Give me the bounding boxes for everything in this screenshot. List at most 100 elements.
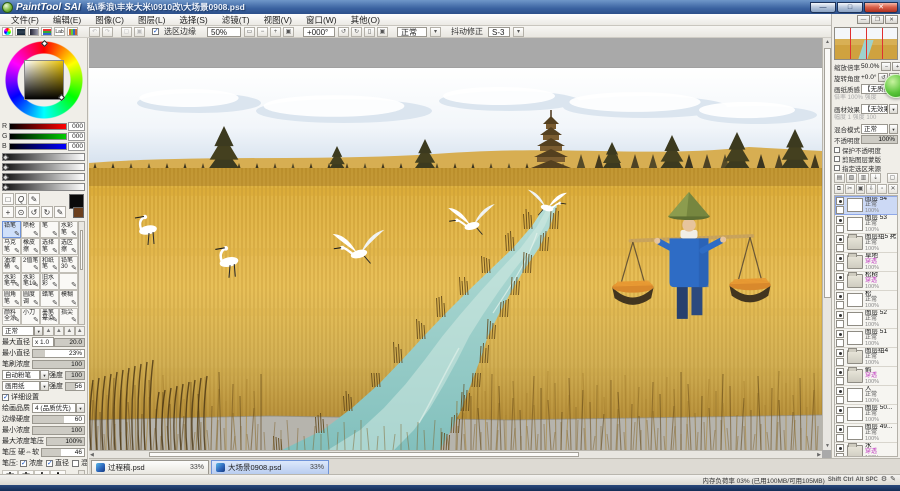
layer-row-10[interactable]: 人正常100% — [835, 386, 898, 405]
sampling-mode-dropdown[interactable]: 正常 — [397, 27, 427, 37]
brush-shape-4[interactable]: ▲ — [75, 326, 85, 336]
layer-link-icon[interactable] — [836, 415, 844, 423]
brush-铅笔[interactable]: 铅笔 — [2, 221, 21, 238]
quality-dropdown[interactable]: 4 (品质优先) — [32, 403, 76, 413]
g-slider[interactable] — [9, 133, 67, 140]
layer-row-12[interactable]: 图层 49...正常100% — [835, 424, 898, 443]
vertical-scroll-thumb[interactable] — [824, 48, 831, 298]
layer-link-icon[interactable] — [836, 225, 844, 233]
brush-shape-1[interactable]: ▲ — [43, 326, 53, 336]
detail-settings-checkbox[interactable] — [2, 394, 9, 401]
layer-link-icon[interactable] — [836, 320, 844, 328]
layer-visibility-icon[interactable] — [836, 425, 844, 433]
brush-蜡笔[interactable]: 蜡笔 — [40, 290, 59, 307]
nav-zoom-out-button[interactable]: − — [881, 62, 891, 71]
layer-visibility-icon[interactable] — [836, 349, 844, 357]
redo-button[interactable]: ↷ — [102, 27, 113, 37]
deselect-button[interactable]: ▢ — [121, 27, 132, 37]
layer-visibility-icon[interactable] — [836, 330, 844, 338]
layer-link-icon[interactable] — [836, 377, 844, 385]
setting-slider[interactable]: 100 — [32, 360, 85, 369]
merge-down-icon[interactable]: ⇩ — [866, 184, 876, 194]
menu-item-6[interactable]: 视图(V) — [257, 14, 299, 26]
stabilizer-dropdown[interactable]: S-3 — [488, 27, 510, 37]
layer-link-icon[interactable] — [836, 396, 844, 404]
setting-slider[interactable]: 23% — [32, 349, 85, 358]
quality-arrow[interactable]: ▼ — [76, 403, 85, 413]
rotate-reset-button[interactable]: ▣ — [377, 27, 388, 37]
brush-blend-arrow[interactable]: ▼ — [34, 326, 43, 336]
rgb-slider-icon[interactable] — [15, 27, 26, 36]
minimize-button[interactable]: — — [810, 2, 836, 13]
slider-handle[interactable] — [2, 183, 9, 190]
horizontal-scroll-thumb[interactable] — [149, 452, 579, 457]
setting-slider[interactable]: 100% — [46, 437, 85, 446]
layer-link-icon[interactable] — [836, 244, 844, 252]
undo-button[interactable]: ↶ — [89, 27, 100, 37]
layer-visibility-icon[interactable] — [836, 197, 844, 205]
brush-模糊[interactable]: 模糊 — [59, 290, 78, 307]
menu-item-7[interactable]: 窗口(W) — [299, 14, 344, 26]
brush-指尖[interactable]: 指尖 — [59, 308, 78, 325]
doc-minimize-button[interactable]: — — [857, 15, 870, 24]
layer-visibility-icon[interactable] — [836, 444, 844, 452]
extra-slider[interactable] — [2, 153, 85, 161]
layer-visibility-icon[interactable] — [836, 368, 844, 376]
new-folder-icon[interactable]: ▧ — [846, 173, 857, 183]
layer-row-2[interactable]: 图层组5 拷贝正常100% — [835, 234, 898, 253]
maximize-button[interactable]: □ — [837, 2, 863, 13]
brush-shape-2[interactable]: ▲ — [54, 326, 64, 336]
background-color-swatch[interactable] — [73, 207, 84, 218]
pressure-浓度-checkbox[interactable] — [20, 460, 27, 467]
move-tool-icon[interactable]: + — [2, 206, 14, 218]
transfer-down-icon[interactable]: ⇣ — [870, 173, 881, 183]
slider-handle[interactable] — [2, 163, 9, 170]
brush-马克笔[interactable]: 马克笔 — [2, 238, 21, 255]
slider-handle[interactable] — [2, 153, 9, 160]
texture-strength-bar[interactable]: 100 — [65, 371, 85, 380]
brush-选区擦[interactable]: 选区擦 — [59, 238, 78, 255]
angle-value-box[interactable]: +000° — [303, 27, 335, 37]
stabilizer-option-button[interactable]: ▾ — [513, 27, 524, 37]
zoom-tool-icon[interactable]: ⊙ — [15, 206, 27, 218]
brush-水彩笔[interactable]: 水彩笔 — [59, 221, 78, 238]
sampling-option-button[interactable]: ▾ — [430, 27, 441, 37]
brush-texture-dropdown[interactable]: 自动粉笔 — [2, 370, 40, 380]
vertical-scrollbar[interactable]: ▲▼ — [822, 38, 831, 450]
layer-option-checkbox[interactable] — [834, 156, 840, 162]
hsv-slider-icon[interactable] — [41, 27, 52, 36]
menu-item-8[interactable]: 其他(O) — [344, 14, 387, 26]
rotate-view-tool-icon[interactable]: ↺ — [28, 206, 40, 218]
flip-button[interactable]: ▯ — [364, 27, 375, 37]
brush-empty[interactable] — [59, 273, 78, 290]
opacity-slider[interactable]: 100% — [861, 135, 898, 144]
clear-layer-icon[interactable]: ▢ — [887, 173, 898, 183]
layer-link-icon[interactable] — [836, 358, 844, 366]
document-tab-1[interactable]: 大场景0908.psd33% — [211, 460, 329, 474]
zoom-in-button[interactable]: + — [270, 27, 281, 37]
setting-slider[interactable]: 46 — [41, 448, 85, 457]
brush-墨笔晕染[interactable]: 墨笔晕染 — [40, 308, 59, 325]
layer-link-icon[interactable] — [836, 434, 844, 442]
lasso-tool-icon[interactable]: Q — [15, 193, 27, 205]
color-wheel[interactable] — [4, 40, 84, 120]
brush-texture-arrow[interactable]: ▼ — [40, 370, 49, 380]
layer-visibility-icon[interactable] — [836, 273, 844, 281]
navigator-thumbnail[interactable] — [834, 27, 898, 60]
pressure-混色-checkbox[interactable] — [72, 460, 79, 467]
layer-link-icon[interactable] — [836, 263, 844, 271]
menu-item-2[interactable]: 图像(C) — [88, 14, 131, 26]
layer-row-7[interactable]: 图层 51正常100% — [835, 329, 898, 348]
copy-layer-icon[interactable]: ⧉ — [834, 184, 844, 194]
scale-box[interactable]: x 1.0 — [32, 337, 54, 347]
layer-visibility-icon[interactable] — [836, 311, 844, 319]
painting-canvas[interactable] — [89, 38, 822, 450]
material-effect-dropdown[interactable]: 【无效果】 — [861, 104, 888, 114]
b-slider[interactable] — [9, 143, 67, 150]
brush-旧水彩[interactable]: 旧水彩 — [40, 273, 59, 290]
swatches-icon[interactable] — [67, 27, 78, 36]
layer-row-3[interactable]: 草地穿透100% — [835, 253, 898, 272]
brush-水彩笔10[interactable]: 水彩笔10 — [21, 273, 40, 290]
layer-option-checkbox[interactable] — [834, 147, 840, 153]
blend-mode-arrow[interactable]: ▼ — [889, 124, 898, 134]
